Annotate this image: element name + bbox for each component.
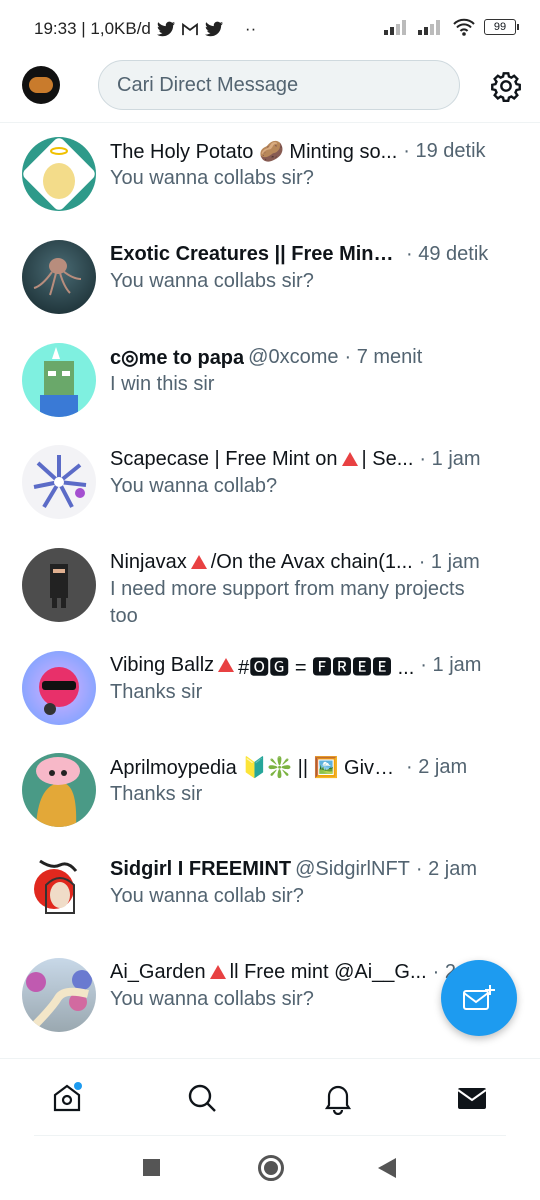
- more-dots: ··: [244, 19, 257, 38]
- conversation-preview: You wanna collabs sir?: [110, 270, 314, 292]
- conversation-handle: @0xcome: [248, 345, 339, 368]
- conversation-time: · 2 jam: [415, 857, 478, 880]
- avax-icon: [209, 965, 226, 979]
- conversation-time: · 1 jam: [419, 447, 481, 470]
- conversation-name: Ninjavax: [110, 550, 187, 573]
- conversation-row[interactable]: Vibing Ballz #🅾🅶 = 🅵🆁🅴🅴 ... · 1 jam Thanks…: [0, 651, 540, 747]
- search-placeholder: Cari Direct Message: [117, 73, 299, 96]
- conversation-preview: You wanna collabs sir?: [110, 167, 314, 189]
- home-icon[interactable]: [50, 1081, 84, 1115]
- conversation-name-suffix: #🅾🅶 = 🅵🆁🅴🅴 ...: [238, 656, 415, 679]
- conversation-name: Vibing Ballz: [110, 653, 215, 676]
- conversation-time: · 1 jam: [418, 550, 480, 573]
- signal-icon: [384, 20, 406, 35]
- conversation-handle: @SidgirlNFT: [295, 857, 410, 880]
- conversation-row[interactable]: Ninjavax/On the Avax chain(1... · 1 jam I…: [0, 548, 540, 648]
- conversation-row[interactable]: Aprilmoypedia 🔰❇️ || 🖼️ Givea... · 2 jam …: [0, 753, 540, 849]
- avatar: [22, 240, 96, 314]
- twitter-icon: [156, 21, 175, 37]
- conversation-preview: I need more support from many projects t…: [110, 578, 465, 627]
- avatar: [22, 651, 96, 725]
- avatar: [22, 445, 96, 519]
- conversation-row[interactable]: Scapecase | Free Mint on | Se... · 1 jam Y…: [0, 445, 540, 541]
- conversation-name: Sidgirl I FREEMINT: [110, 857, 292, 880]
- gmail-icon: [182, 22, 198, 36]
- gear-icon[interactable]: [490, 70, 522, 102]
- conversation-preview: You wanna collabs sir?: [110, 988, 314, 1010]
- conversation-time: · 49 detik: [406, 242, 489, 265]
- avatar: [22, 958, 96, 1032]
- avatar: [22, 855, 96, 929]
- avatar: [22, 343, 96, 417]
- conversation-row[interactable]: c◎me to papa @0xcome · 7 menit I win this …: [0, 343, 540, 439]
- conversation-preview: Thanks sir: [110, 681, 203, 703]
- conversation-name: The Holy Potato 🥔 Minting so...: [110, 140, 398, 163]
- system-navigation-bar: [0, 1136, 540, 1200]
- avatar: [22, 137, 96, 211]
- search-icon[interactable]: [185, 1081, 219, 1115]
- battery-icon: 99: [484, 19, 519, 35]
- conversation-row[interactable]: The Holy Potato 🥔 Minting so... · 19 deti…: [0, 137, 540, 233]
- conversation-name: Ai_Garden: [110, 960, 206, 983]
- bell-icon[interactable]: [321, 1081, 355, 1115]
- conversation-preview: You wanna collab sir?: [110, 885, 304, 907]
- conversation-row[interactable]: Sidgirl I FREEMINT @SidgirlNFT · 2 jam You…: [0, 855, 540, 951]
- compose-message-button[interactable]: [441, 960, 517, 1036]
- conversation-row[interactable]: Exotic Creatures || Free Mint ... · 49 de…: [0, 240, 540, 336]
- back-button[interactable]: [378, 1158, 396, 1178]
- conversation-name: c◎me to papa: [110, 346, 245, 369]
- status-bar: 19:33 | 1,0KB/d ·· 99: [0, 0, 540, 56]
- recents-button[interactable]: [143, 1159, 160, 1176]
- battery-level: 99: [493, 21, 507, 33]
- avatar: [22, 548, 96, 622]
- avatar: [22, 753, 96, 827]
- profile-avatar[interactable]: [22, 66, 60, 104]
- compose-message-icon: [463, 985, 495, 1010]
- search-dm-input[interactable]: Cari Direct Message: [98, 60, 460, 110]
- bottom-navigation: [0, 1058, 540, 1137]
- home-system-button[interactable]: [258, 1155, 284, 1181]
- conversation-name-suffix: /On the Avax chain(1...: [210, 550, 413, 573]
- conversation-name: Aprilmoypedia 🔰❇️ || 🖼️ Givea...: [110, 756, 400, 779]
- wifi-icon: [453, 18, 475, 36]
- avatar-logo-icon: [29, 77, 53, 93]
- conversation-name: Exotic Creatures || Free Mint ...: [110, 242, 400, 265]
- conversation-time: · 7 menit: [344, 345, 423, 368]
- conversation-name-suffix: ll Free mint @Ai__G...: [229, 960, 427, 983]
- signal-icon-2: [418, 20, 440, 35]
- conversation-preview: Thanks sir: [110, 783, 203, 805]
- conversation-preview: You wanna collab?: [110, 475, 278, 497]
- dm-header: Cari Direct Message: [0, 56, 540, 123]
- conversation-preview: I win this sir: [110, 373, 215, 395]
- twitter-icon-2: [204, 21, 223, 37]
- conversation-name: Scapecase | Free Mint on: [110, 447, 338, 470]
- conversation-time: · 19 detik: [403, 139, 486, 162]
- avax-icon: [218, 658, 235, 672]
- home-dot-icon: [264, 1161, 278, 1175]
- conversation-time: · 2 jam: [406, 755, 468, 778]
- time-and-speed: 19:33 | 1,0KB/d: [34, 19, 151, 38]
- conversation-name-suffix: | Se...: [361, 447, 414, 470]
- avax-icon: [341, 452, 358, 466]
- mail-icon[interactable]: [455, 1081, 489, 1115]
- conversation-time: · 1 jam: [420, 653, 482, 676]
- avax-icon: [190, 555, 207, 569]
